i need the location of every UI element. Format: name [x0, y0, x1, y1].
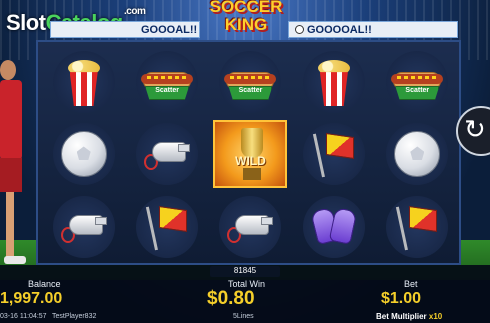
reel-cell [44, 120, 123, 188]
bet-value[interactable]: $1.00 [381, 290, 421, 308]
total-win-value: $0.80 [207, 288, 255, 309]
reel-cell [378, 193, 457, 261]
corner-flag-icon [312, 131, 356, 178]
corner-flag-icon [395, 204, 439, 251]
whistle-icon [144, 136, 191, 172]
reel-cell: WILD [211, 120, 290, 189]
reel-cell [294, 48, 373, 116]
watermark-suffix: .com [124, 6, 146, 17]
reel-cell [44, 193, 123, 261]
reel-cell [211, 193, 290, 261]
hotdog-scatter-icon: Scatter [141, 62, 194, 102]
scatter-label: Scatter [155, 87, 179, 95]
balance-label: Balance [28, 279, 61, 289]
game-title: SOCCER KING [196, 0, 296, 34]
hotdog-scatter-icon: Scatter [224, 62, 277, 102]
balance-value: 1,997.00 [0, 290, 63, 307]
soccer-ball-icon [60, 131, 107, 178]
game-title-line2: KING [224, 15, 268, 34]
reel-cell: Scatter [378, 48, 457, 116]
reel-cell [127, 120, 206, 188]
reel-cell: Scatter [211, 48, 290, 116]
reel-cell [378, 120, 457, 188]
popcorn-icon [317, 58, 351, 107]
reel-area: Scatter Scatter Scatter WILD [36, 40, 461, 265]
goal-ticker-right: GOOOOAL!! [288, 21, 458, 38]
ticker-left-text: GOOOAL!! [141, 24, 198, 36]
bet-label: Bet [404, 279, 418, 289]
whistle-icon [60, 209, 107, 245]
scatter-label: Scatter [405, 87, 430, 95]
reel-cell: Scatter [127, 48, 206, 116]
wild-label: WILD [235, 154, 266, 169]
bet-multiplier-value: x10 [428, 312, 443, 321]
soccer-ball-icon [394, 131, 441, 178]
lines-count: 5Lines [233, 313, 254, 320]
whistle-icon [227, 209, 274, 245]
corner-flag-icon [145, 204, 189, 251]
player-name: TestPlayer832 [52, 313, 97, 320]
spin-arrow-icon: ↻ [464, 115, 486, 145]
ticker-right-text: GOOOOAL!! [307, 24, 372, 36]
wild-trophy-icon: WILD [213, 120, 288, 189]
goalkeeper-gloves-icon [310, 206, 358, 247]
reel-cell [294, 120, 373, 188]
reel-cell [294, 193, 373, 261]
bet-multiplier-label: Bet Multiplier [376, 312, 427, 321]
popcorn-icon [67, 58, 101, 107]
bet-multiplier: Bet Multiplier x10 [376, 312, 442, 321]
reel-cell [127, 193, 206, 261]
hotdog-scatter-icon: Scatter [391, 62, 444, 102]
ticker-ball-icon [295, 25, 304, 34]
scatter-label: Scatter [238, 87, 263, 95]
game-title-line1: SOCCER [209, 0, 283, 16]
watermark-main: Slot [6, 10, 46, 35]
reel-cell [44, 48, 123, 116]
reel-grid: Scatter Scatter Scatter WILD [44, 48, 457, 261]
last-win-display: 81845 [210, 266, 280, 277]
player-illustration [0, 60, 26, 270]
goal-ticker-left: GOOOAL!! [50, 21, 200, 38]
session-timestamp: 03-16 11:04:57 [0, 313, 47, 320]
